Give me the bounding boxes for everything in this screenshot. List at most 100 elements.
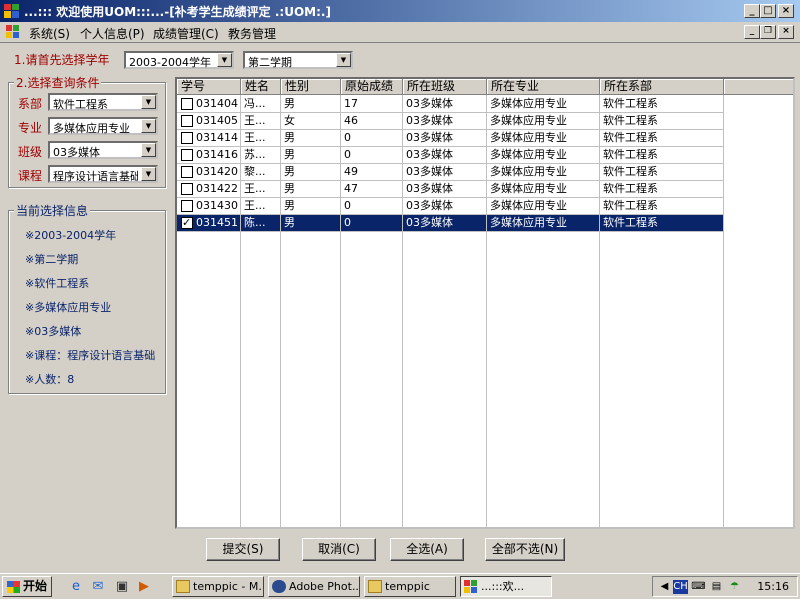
chevron-down-icon[interactable]: ▼ [141, 143, 156, 157]
cell-id: 031451 [177, 215, 241, 232]
select-none-button[interactable]: 全部不选(N) [485, 538, 565, 561]
select-all-button[interactable]: 全选(A) [390, 538, 464, 561]
row-checkbox[interactable] [181, 132, 193, 144]
mdi-minimize-button[interactable]: _ [744, 25, 760, 39]
network-icon[interactable]: ▤ [709, 580, 724, 594]
col-header-major[interactable]: 所在专业 [487, 79, 600, 95]
desktop-icon[interactable]: ▣ [114, 579, 130, 595]
course-select[interactable]: 程序设计语言基础 ▼ [48, 165, 158, 183]
chevron-down-icon[interactable]: ▼ [217, 53, 232, 67]
row-checkbox[interactable] [181, 200, 193, 212]
close-button[interactable]: × [778, 4, 794, 18]
row-checkbox[interactable] [181, 149, 193, 161]
dept-select[interactable]: 软件工程系 ▼ [48, 93, 158, 111]
info-class: ※03多媒体 [25, 325, 82, 338]
cancel-button[interactable]: 取消(C) [302, 538, 376, 561]
row-checkbox[interactable] [181, 166, 193, 178]
keyboard-icon[interactable]: ⌨ [691, 580, 706, 594]
maximize-button[interactable]: □ [760, 4, 776, 18]
col-header-id[interactable]: 学号 [177, 79, 241, 95]
task-label: temppic - M... [193, 580, 264, 593]
cell-score: 46 [341, 113, 403, 130]
mdi-child-icon[interactable] [6, 25, 20, 39]
cell-class: 03多媒体 [403, 113, 487, 130]
chevron-down-icon[interactable]: ▼ [141, 95, 156, 109]
table-row[interactable]: 031414 王... 男 0 03多媒体 多媒体应用专业 软件工程系 [177, 130, 724, 147]
task-photoshop[interactable]: Adobe Phot... [268, 576, 360, 597]
menu-grade-management[interactable]: 成绩管理(C) [153, 25, 219, 42]
student-id: 031416 [196, 148, 238, 161]
cell-gender: 男 [281, 96, 341, 113]
student-id: 031430 [196, 199, 238, 212]
col-header-name[interactable]: 姓名 [241, 79, 281, 95]
row-checkbox[interactable] [181, 115, 193, 127]
info-dept: ※软件工程系 [25, 277, 90, 290]
cell-gender: 男 [281, 198, 341, 215]
row-checkbox[interactable] [181, 215, 193, 231]
cell-class: 03多媒体 [403, 96, 487, 113]
term-select[interactable]: 第二学期 ▼ [243, 51, 353, 69]
dept-value: 软件工程系 [53, 98, 108, 111]
start-label: 开始 [23, 579, 48, 593]
menu-academic-affairs[interactable]: 教务管理 [228, 25, 276, 42]
dept-label: 系部 [18, 97, 43, 111]
safely-remove-icon[interactable]: ☂ [727, 580, 742, 594]
cell-class: 03多媒体 [403, 198, 487, 215]
ie-icon[interactable]: e [68, 579, 84, 595]
cell-major: 多媒体应用专业 [487, 181, 600, 198]
mdi-restore-button[interactable]: ❐ [760, 25, 776, 39]
cell-id: 031416 [177, 147, 241, 164]
folder-icon [368, 580, 382, 593]
student-grid[interactable]: 学号 姓名 性别 原始成绩 所在班级 所在专业 所在系部 031404 冯... 男… [175, 77, 795, 529]
task-uom-app[interactable]: ...:::欢... [460, 576, 552, 597]
menu-system[interactable]: 系统(S) [29, 25, 70, 42]
table-row[interactable]: 031422 王... 男 47 03多媒体 多媒体应用专业 软件工程系 [177, 181, 724, 198]
col-header-gender[interactable]: 性别 [281, 79, 341, 95]
cell-dept: 软件工程系 [600, 181, 724, 198]
cell-dept: 软件工程系 [600, 147, 724, 164]
chevron-down-icon[interactable]: ▼ [336, 53, 351, 67]
table-row[interactable]: 031451陈...男003多媒体多媒体应用专业软件工程系 [177, 215, 724, 232]
chevron-down-icon[interactable]: ▼ [141, 167, 156, 181]
task-temppic-folder[interactable]: temppic [364, 576, 456, 597]
submit-button[interactable]: 提交(S) [206, 538, 280, 561]
task-temppic-mspaint[interactable]: temppic - M... [172, 576, 264, 597]
start-button[interactable]: 开始 [2, 576, 52, 597]
cell-dept: 软件工程系 [600, 215, 724, 232]
step2-label: 2.选择查询条件 [14, 74, 102, 91]
menu-personal-info[interactable]: 个人信息(P) [80, 25, 145, 42]
cell-class: 03多媒体 [403, 181, 487, 198]
col-header-score[interactable]: 原始成绩 [341, 79, 403, 95]
cell-class: 03多媒体 [403, 147, 487, 164]
col-header-filler [724, 79, 793, 95]
system-tray: ◀ CH ⌨ ▤ ☂ 15:16 [652, 576, 798, 597]
class-select[interactable]: 03多媒体 ▼ [48, 141, 158, 159]
ime-indicator[interactable]: CH [673, 580, 688, 594]
windows-logo-icon [7, 581, 20, 593]
year-value: 2003-2004学年 [129, 56, 211, 69]
cell-score: 0 [341, 147, 403, 164]
col-header-class[interactable]: 所在班级 [403, 79, 487, 95]
cell-class: 03多媒体 [403, 130, 487, 147]
table-row[interactable]: 031430 王... 男 0 03多媒体 多媒体应用专业 软件工程系 [177, 198, 724, 215]
outlook-icon[interactable]: ✉ [90, 579, 106, 595]
media-player-icon[interactable]: ▶ [136, 579, 152, 595]
table-row[interactable]: 031420 黎... 男 49 03多媒体 多媒体应用专业 软件工程系 [177, 164, 724, 181]
row-checkbox[interactable] [181, 98, 193, 110]
table-row[interactable]: 031416 苏... 男 0 03多媒体 多媒体应用专业 软件工程系 [177, 147, 724, 164]
major-select[interactable]: 多媒体应用专业 ▼ [48, 117, 158, 135]
mdi-close-button[interactable]: × [778, 25, 794, 39]
table-row[interactable]: 031404 冯... 男 17 03多媒体 多媒体应用专业 软件工程系 [177, 96, 724, 113]
menu-bar: 系统(S) 个人信息(P) 成绩管理(C) 教务管理 _ ❐ × [0, 22, 800, 42]
volume-icon[interactable]: ◀ [657, 580, 672, 594]
window-title: ...::: 欢迎使用UOM:::...-[补考学生成绩评定 .:UOM:.] [24, 5, 331, 19]
minimize-button[interactable]: _ [744, 4, 760, 18]
chevron-down-icon[interactable]: ▼ [141, 119, 156, 133]
row-checkbox[interactable] [181, 183, 193, 195]
cell-gender: 女 [281, 113, 341, 130]
year-select[interactable]: 2003-2004学年 ▼ [124, 51, 234, 69]
cell-id: 031420 [177, 164, 241, 181]
title-bar[interactable]: ...::: 欢迎使用UOM:::...-[补考学生成绩评定 .:UOM:.] … [0, 0, 800, 22]
col-header-dept[interactable]: 所在系部 [600, 79, 724, 95]
table-row[interactable]: 031405 王... 女 46 03多媒体 多媒体应用专业 软件工程系 [177, 113, 724, 130]
